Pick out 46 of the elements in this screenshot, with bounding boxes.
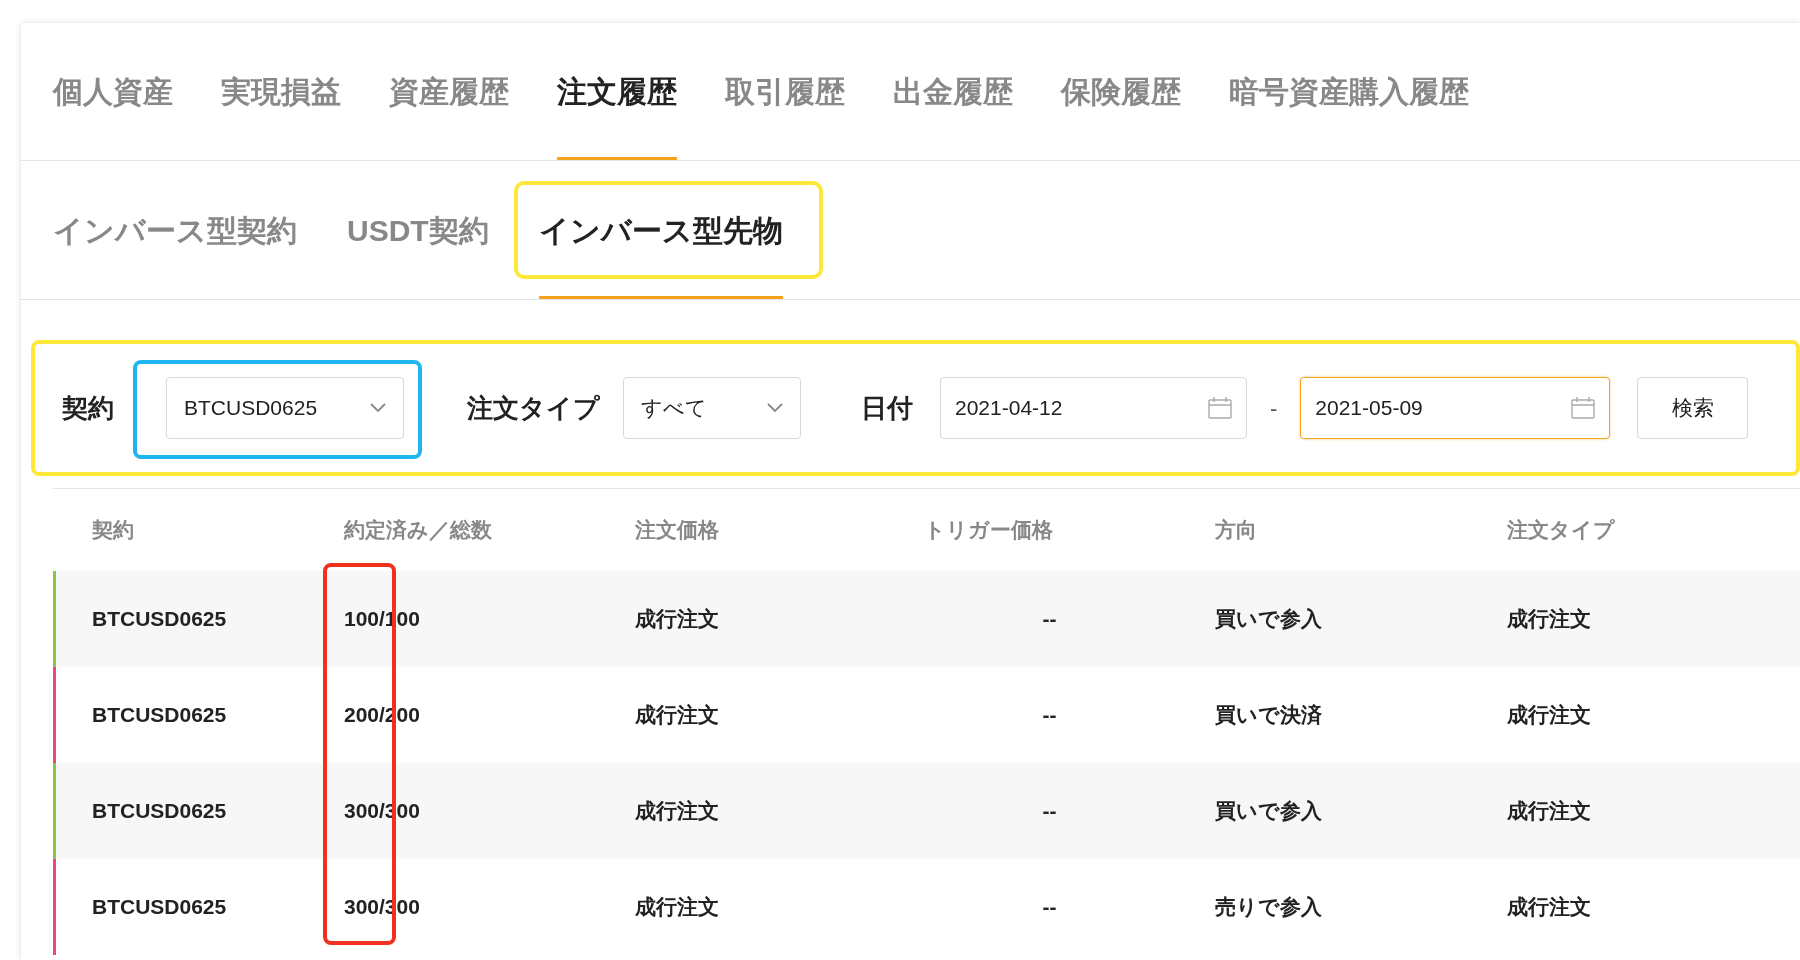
tab[interactable]: 保険履歴 (1061, 23, 1181, 160)
table-cell: BTCUSD0625 (92, 895, 227, 919)
table-cell: 成行注文 (1507, 607, 1591, 631)
column-header: トリガー価格 (924, 518, 1053, 542)
column-header: 注文タイプ (1507, 518, 1615, 542)
column-header: 方向 (1215, 518, 1257, 542)
filter-label: 契約 (62, 391, 114, 425)
table-cell: -- (1042, 895, 1057, 919)
table-cell: 成行注文 (635, 799, 719, 823)
table-cell: -- (1042, 703, 1057, 727)
table-cell: BTCUSD0625 (92, 799, 227, 823)
tab[interactable]: 個人資産 (53, 23, 173, 160)
table-cell: 買いで参入 (1215, 799, 1322, 823)
table-cell: -- (1042, 799, 1057, 823)
tab[interactable]: 資産履歴 (389, 23, 509, 160)
table-cell: 成行注文 (1507, 895, 1591, 919)
tab[interactable]: 暗号資産購入履歴 (1229, 23, 1469, 160)
table-cell: 成行注文 (635, 703, 719, 727)
filter-label: 注文タイプ (467, 391, 600, 425)
order-type-dropdown[interactable]: すべて (623, 377, 801, 439)
tab[interactable]: 取引履歴 (725, 23, 845, 160)
table-cell: 成行注文 (635, 607, 719, 631)
table-cell: 成行注文 (1507, 799, 1591, 823)
column-header: 約定済み／総数 (344, 518, 492, 542)
tab[interactable]: 注文履歴 (557, 23, 677, 160)
table-cell: BTCUSD0625 (92, 607, 227, 631)
contract-dropdown[interactable]: BTCUSD0625 (166, 377, 404, 439)
table-cell: 成行注文 (1507, 703, 1591, 727)
table-cell: 買いで決済 (1215, 703, 1322, 727)
column-header: 注文価格 (635, 518, 719, 542)
column-header: 契約 (92, 518, 134, 542)
filter-label: 日付 (861, 391, 913, 425)
table-cell: 成行注文 (635, 895, 719, 919)
date-separator: - (1270, 394, 1278, 423)
tab[interactable]: インバース型先物 (538, 161, 783, 299)
tab[interactable]: USDT契約 (347, 161, 489, 299)
tab[interactable]: インバース型契約 (53, 161, 297, 299)
tab[interactable]: 出金履歴 (893, 23, 1013, 160)
table-cell: 買いで参入 (1215, 607, 1322, 631)
date-field[interactable]: 2021-05-09 (1300, 377, 1611, 439)
table-cell: BTCUSD0625 (92, 703, 227, 727)
tab[interactable]: 実現損益 (221, 23, 341, 160)
search-button[interactable]: 検索 (1637, 377, 1749, 439)
table-cell: 売りで参入 (1215, 895, 1322, 919)
table-cell: -- (1042, 607, 1057, 631)
date-field[interactable]: 2021-04-12 (940, 377, 1247, 439)
